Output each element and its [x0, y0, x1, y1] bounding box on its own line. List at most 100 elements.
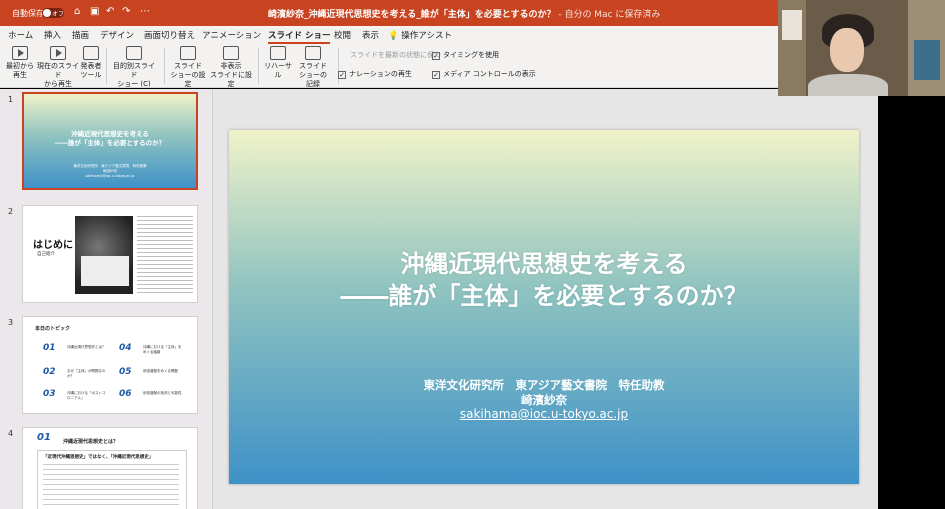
slide-thumbnail-pane[interactable]: 1 沖縄近現代思想史を考える ――誰が「主体」を必要とするのか？ 東洋文化研究所…	[0, 89, 213, 509]
tab-animations[interactable]: アニメーション	[202, 29, 261, 41]
play-icon	[12, 46, 28, 60]
slide-title-line1[interactable]: 沖縄近現代思想史を考える	[229, 248, 859, 280]
narration-label: ナレーションの再生	[349, 70, 412, 78]
save-icon[interactable]: ▣	[90, 6, 99, 17]
topic-label: 沖縄における「主体」をめぐる議論	[143, 345, 182, 354]
setup-slideshow-label: スライド ショーの設定	[170, 62, 206, 88]
autosave-state: オフ	[52, 11, 65, 18]
person-face	[830, 28, 864, 72]
topic-number: 04	[119, 343, 132, 353]
document-title: 崎濱紗奈_沖縄近現代思想史を考える_誰が「主体」を必要とするのか？ - 自分の …	[268, 7, 660, 20]
record-slideshow-button[interactable]: スライド ショーの記録	[296, 46, 330, 89]
ribbon-separator	[258, 48, 259, 84]
home-icon[interactable]: ⌂	[74, 6, 80, 17]
slide-number: 2	[8, 207, 14, 216]
slide-title-line2[interactable]: ――誰が「主体」を必要とするのか？	[229, 280, 859, 312]
record-slideshow-label: スライド ショーの記録	[299, 62, 327, 88]
app-window: 自動保存 オフ ⌂ ▣ ↶ ↷ ⋯ 崎濱紗奈_沖縄近現代思想史を考える_誰が「主…	[0, 0, 945, 509]
checkmark-icon: ✓	[338, 71, 346, 79]
custom-show-button[interactable]: 目的別スライド ショー (C)	[110, 46, 158, 89]
setup-slideshow-button[interactable]: スライド ショーの設定	[168, 46, 208, 89]
rehearse-label: リハーサル	[264, 62, 292, 79]
tab-design[interactable]: デザイン	[100, 29, 134, 41]
topic-label: 伊波普猷の批判と可能性	[143, 391, 182, 395]
ribbon-slideshow: 最初から 再生 現在のスライド から再生 発表者 ツール 目的別スライド ショー…	[0, 44, 778, 88]
document-name: 崎濱紗奈_沖縄近現代思想史を考える_誰が「主体」を必要とするのか？	[268, 10, 556, 20]
tab-home[interactable]: ホーム	[8, 29, 33, 41]
thumb-title-line2: ――誰が「主体」を必要とするのか？	[54, 139, 166, 147]
narration-checkbox[interactable]: ✓ ナレーションの再生	[338, 69, 412, 79]
presenter-tools-button[interactable]: 発表者 ツール	[80, 46, 102, 80]
books	[782, 10, 802, 40]
tab-slideshow[interactable]: スライド ショー	[268, 29, 331, 44]
hide-slide-button[interactable]: 非表示 スライドに設定	[208, 46, 254, 89]
thumb-photo-caption	[81, 256, 129, 286]
thumb-subheading: 自己紹介	[37, 252, 55, 257]
books	[914, 40, 940, 80]
thumb-heading: 本日のトピック	[35, 326, 71, 332]
topic-number: 05	[119, 367, 132, 377]
ribbon-separator	[164, 48, 165, 84]
keep-fresh-option: スライドを最新の状態に保つ	[350, 50, 441, 60]
play-from-current-button[interactable]: 現在のスライド から再生	[36, 46, 80, 89]
topic-number: 03	[43, 389, 56, 399]
rehearse-button[interactable]: リハーサル	[262, 46, 294, 80]
thumb-text-block	[137, 216, 193, 296]
autosave-toggle[interactable]: オフ	[42, 8, 64, 18]
tab-view[interactable]: 表示	[362, 29, 379, 41]
media-controls-label: メディア コントロールの表示	[443, 70, 536, 78]
ribbon-separator	[106, 48, 107, 84]
play-from-start-button[interactable]: 最初から 再生	[6, 46, 34, 80]
webcam-video	[778, 0, 945, 96]
rehearse-icon	[270, 46, 286, 60]
topic-label: 沖縄における「ポストコロニアル」	[67, 391, 106, 400]
tab-draw[interactable]: 描画	[72, 29, 89, 41]
play-from-current-label: 現在のスライド から再生	[37, 62, 79, 88]
title-bar: 自動保存 オフ ⌂ ▣ ↶ ↷ ⋯ 崎濱紗奈_沖縄近現代思想史を考える_誰が「主…	[0, 0, 778, 26]
thumb-box-heading: 「近現代沖縄思想史」ではなく、「沖縄近現代思想史」	[43, 455, 154, 460]
play-current-icon	[50, 46, 66, 60]
tell-me-label: 操作アシスト	[401, 31, 452, 41]
slide-affiliation[interactable]: 東洋文化研究所 東アジア藝文書院 特任助教	[229, 378, 859, 393]
thumb-heading: 沖縄近現代思想史とは？	[63, 439, 119, 445]
slide-email[interactable]: sakihama@ioc.u-tokyo.ac.jp	[229, 407, 859, 421]
topic-number: 06	[119, 389, 132, 399]
current-slide-canvas[interactable]: 沖縄近現代思想史を考える ――誰が「主体」を必要とするのか？ 東洋文化研究所 東…	[229, 130, 859, 484]
topic-number: 02	[43, 367, 56, 377]
keep-fresh-label: スライドを最新の状態に保つ	[350, 51, 441, 59]
slide-number: 1	[8, 95, 14, 104]
redo-icon[interactable]: ↷	[122, 6, 130, 17]
slide-thumbnail-1[interactable]: 沖縄近現代思想史を考える ――誰が「主体」を必要とするのか？ 東洋文化研究所 東…	[22, 92, 198, 190]
topic-label: 伊波普猷をめぐる問題	[143, 369, 178, 373]
presenter-icon	[83, 46, 99, 60]
slide-thumbnail-3[interactable]: 本日のトピック 01 沖縄近現代思想史とは？ 02 なぜ「主体」が問題なのか？ …	[22, 316, 198, 414]
slide-number: 4	[8, 429, 14, 438]
slide-thumbnail-4[interactable]: 01 沖縄近現代思想史とは？ 「近現代沖縄思想史」ではなく、「沖縄近現代思想史」	[22, 427, 198, 509]
autosave-label: 自動保存	[12, 9, 44, 18]
more-icon[interactable]: ⋯	[140, 6, 150, 17]
use-timing-checkbox[interactable]: ✓ タイミングを使用	[432, 50, 499, 60]
undo-icon[interactable]: ↶	[106, 6, 114, 17]
lightbulb-icon: 💡	[388, 31, 399, 41]
thumb-section-number: 01	[37, 432, 51, 443]
person-body	[808, 74, 888, 96]
thumb-email: sakihama@ioc.u-tokyo.ac.jp	[85, 174, 135, 178]
tab-transitions[interactable]: 画面切り替え	[144, 29, 195, 41]
slide-author[interactable]: 崎濱紗奈	[229, 393, 859, 408]
slide-email-link[interactable]: sakihama@ioc.u-tokyo.ac.jp	[460, 407, 628, 421]
setup-icon	[180, 46, 196, 60]
slide-thumbnail-2[interactable]: はじめに 自己紹介	[22, 205, 198, 303]
hide-slide-icon	[223, 46, 239, 60]
checkmark-icon: ✓	[432, 52, 440, 60]
custom-show-label: 目的別スライド ショー (C)	[113, 62, 155, 88]
tab-insert[interactable]: 挿入	[44, 29, 61, 41]
thumb-title-line1: 沖縄近現代思想史を考える	[71, 130, 149, 138]
topic-label: 沖縄近現代思想史とは？	[67, 345, 106, 349]
slide-number: 3	[8, 318, 14, 327]
tab-tell-me[interactable]: 💡 操作アシスト	[388, 29, 452, 41]
use-timing-label: タイミングを使用	[443, 51, 499, 59]
media-controls-checkbox[interactable]: ✓ メディア コントロールの表示	[432, 69, 536, 79]
toggle-knob	[43, 9, 51, 17]
tab-review[interactable]: 校閲	[334, 29, 351, 41]
topic-number: 01	[43, 343, 56, 353]
